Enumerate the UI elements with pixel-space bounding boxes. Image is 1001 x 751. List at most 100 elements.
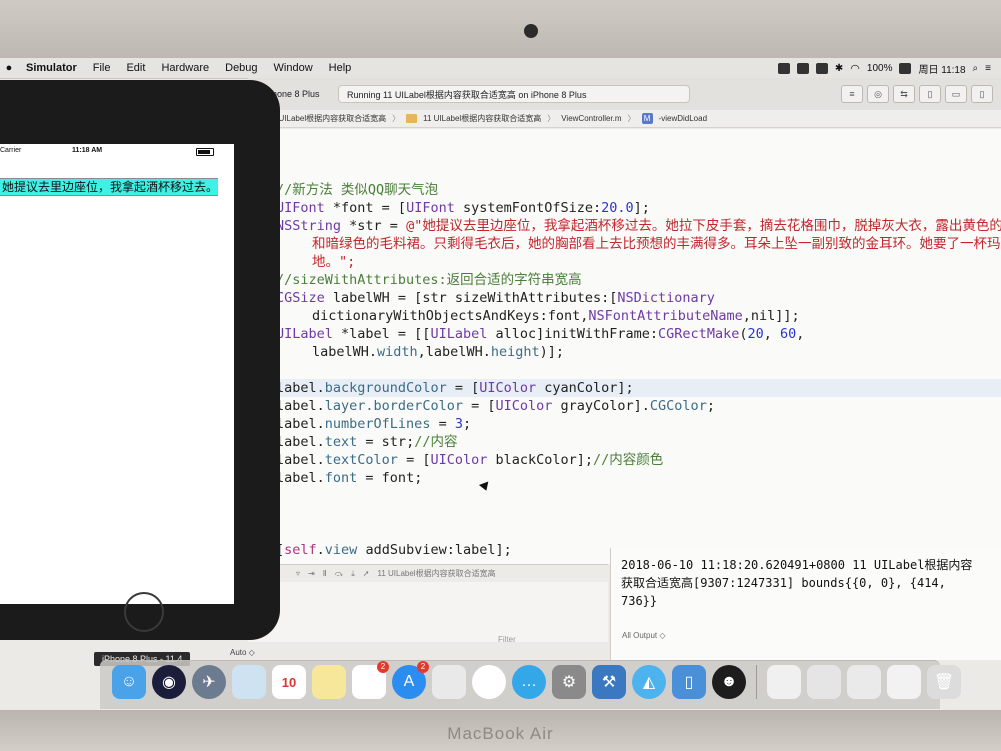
code-token: *label = [[ bbox=[332, 326, 431, 342]
code-token: UILabel bbox=[276, 326, 333, 342]
photos-icon[interactable]: ✿ bbox=[472, 665, 506, 699]
pause-icon[interactable]: Ⅱ bbox=[323, 569, 327, 578]
code-token: UIFont bbox=[406, 200, 455, 216]
code-token: label. bbox=[276, 434, 325, 450]
code-token: ,nil]]; bbox=[742, 308, 800, 324]
finder-icon[interactable]: ☺ bbox=[112, 665, 146, 699]
preview-icon[interactable] bbox=[232, 665, 266, 699]
auto-selector[interactable]: Auto ◇ bbox=[230, 648, 255, 657]
code-token: width bbox=[377, 344, 418, 360]
step-in-icon[interactable]: ⤓ bbox=[351, 569, 355, 579]
trash-icon[interactable]: 🗑 bbox=[927, 665, 961, 699]
utilities-toggle-icon[interactable]: ▯ bbox=[971, 85, 993, 103]
step-over-icon[interactable]: ⤼ bbox=[335, 569, 344, 579]
code-token: UIColor bbox=[430, 452, 488, 468]
code-token: = bbox=[430, 416, 455, 432]
code-line: 地。"; bbox=[276, 253, 1001, 271]
code-line: dictionaryWithObjectsAndKeys:font,NSFont… bbox=[276, 307, 1001, 325]
home-button[interactable] bbox=[124, 592, 164, 632]
menu-clock[interactable]: 周日 11:18 bbox=[918, 61, 965, 76]
debug-hide-icon[interactable]: ▿ bbox=[296, 569, 300, 578]
code-token: ; bbox=[462, 416, 472, 432]
menu-hardware[interactable]: Hardware bbox=[153, 62, 217, 74]
console-line: 2018-06-10 11:18:20.620491+0800 11 UILab… bbox=[621, 558, 973, 572]
reminders-icon[interactable]: 2 bbox=[352, 661, 389, 699]
simulator-screen[interactable]: Carrier 11:18 AM 她提议去里边座位，我拿起酒杯移过去。她拉 bbox=[0, 144, 234, 604]
bluetooth-icon[interactable]: ✱ bbox=[835, 63, 843, 74]
standard-editor-icon[interactable]: ≡ bbox=[841, 85, 863, 103]
code-token: = [ bbox=[397, 452, 431, 468]
qq-icon[interactable]: ☻ bbox=[712, 665, 746, 699]
code-token: grayColor]. bbox=[552, 398, 650, 414]
version-editor-icon[interactable]: ⇆ bbox=[893, 85, 915, 103]
jumpbar-file[interactable]: ViewController.m bbox=[561, 114, 621, 123]
variables-filter[interactable]: Filter bbox=[248, 631, 608, 649]
code-token: 20.0 bbox=[601, 200, 634, 216]
simulator-window[interactable]: Carrier 11:18 AM 她提议去里边座位，我拿起酒杯移过去。她拉 bbox=[0, 80, 280, 640]
siri-icon[interactable]: ◉ bbox=[152, 665, 186, 699]
code-token: *font = [ bbox=[324, 200, 407, 216]
apple-menu-icon[interactable]: ● bbox=[0, 62, 18, 74]
debug-breadcrumb[interactable]: 11 UILabel根据内容获取合适宽高 bbox=[377, 568, 495, 579]
menu-edit[interactable]: Edit bbox=[118, 62, 153, 74]
document-icon[interactable] bbox=[767, 665, 801, 699]
menu-window[interactable]: Window bbox=[266, 62, 321, 74]
code-string: @"她提议去里边座位，我拿起酒杯移过去。她拉下皮手套，摘去花格围巾，脱掉灰大衣，… bbox=[406, 218, 1001, 234]
document-icon[interactable] bbox=[807, 665, 841, 699]
debug-area-toggle-icon[interactable]: ▭ bbox=[945, 85, 967, 103]
code-token: labelWH = [str bbox=[324, 290, 455, 306]
source-code: //新方法 类似QQ聊天气泡 UIFont *font = [UIFont sy… bbox=[276, 181, 1001, 559]
jumpbar-method[interactable]: -viewDidLoad bbox=[659, 114, 707, 123]
code-token: view bbox=[324, 542, 358, 558]
calendar-icon[interactable]: 10 bbox=[272, 665, 306, 699]
status-app-icon[interactable] bbox=[796, 62, 809, 74]
launchpad-icon[interactable]: ✈ bbox=[192, 665, 226, 699]
code-token: NSFontAttributeName bbox=[588, 308, 743, 324]
breakpoints-icon[interactable]: ⇥ bbox=[308, 569, 315, 578]
battery-icon bbox=[196, 148, 214, 156]
assistant-editor-icon[interactable]: ◎ bbox=[867, 85, 889, 103]
spotlight-icon[interactable]: ⌕ bbox=[973, 63, 979, 74]
navigator-toggle-icon[interactable]: ▯ bbox=[919, 85, 941, 103]
code-token: sizeWithAttributes: bbox=[454, 290, 610, 306]
system-preferences-icon[interactable]: ⚙ bbox=[552, 665, 586, 699]
menu-file[interactable]: File bbox=[85, 62, 119, 74]
code-line: NSString *str = @"她提议去里边座位，我拿起酒杯移过去。她拉下皮… bbox=[276, 217, 1001, 235]
maps-icon[interactable] bbox=[432, 665, 466, 699]
document-icon[interactable] bbox=[887, 665, 921, 699]
simulator-icon[interactable]: ▯ bbox=[672, 665, 706, 699]
menu-app-name[interactable]: Simulator bbox=[18, 62, 85, 74]
code-token: systemFontOfSize: bbox=[454, 200, 602, 216]
reminders-badge: 2 bbox=[377, 661, 389, 673]
output-selector[interactable]: All Output ◇ bbox=[622, 631, 666, 640]
menu-debug[interactable]: Debug bbox=[217, 62, 265, 74]
location-icon[interactable]: ➚ bbox=[363, 569, 370, 578]
xcode-icon[interactable]: ⚒ bbox=[592, 665, 626, 699]
code-editor[interactable]: //新方法 类似QQ聊天气泡 UIFont *font = [UIFont sy… bbox=[248, 129, 1001, 564]
code-token: NSString bbox=[276, 218, 342, 234]
code-line: //sizeWithAttributes:返回合适的字符串宽高 bbox=[276, 271, 1001, 289]
console-line: 736}} bbox=[621, 594, 658, 608]
app-store-icon[interactable]: A2 bbox=[392, 661, 429, 699]
code-token: labelWH. bbox=[312, 344, 378, 360]
wifi-icon[interactable]: ◠ bbox=[850, 62, 860, 75]
notes-icon[interactable] bbox=[312, 665, 346, 699]
code-line: label.textColor = [UIColor blackColor];/… bbox=[276, 451, 1001, 469]
code-token: = [ bbox=[462, 398, 496, 414]
status-app-icon[interactable] bbox=[777, 62, 790, 74]
battery-percent[interactable]: 100% bbox=[867, 63, 893, 74]
code-token: *str = bbox=[341, 218, 407, 234]
status-app-icon[interactable] bbox=[815, 62, 828, 74]
menu-help[interactable]: Help bbox=[321, 62, 360, 74]
dock-icons: ☺ ◉ ✈ 10 2 A2 ✿ … ⚙ ⚒ ◭ ▯ ☻ 🗑 bbox=[112, 661, 961, 699]
safari-icon[interactable]: ◭ bbox=[632, 665, 666, 699]
jumpbar-project[interactable]: 11 UILabel根据内容获取合适宽高 bbox=[268, 113, 386, 124]
messages-icon[interactable]: … bbox=[512, 665, 546, 699]
notification-center-icon[interactable]: ≡ bbox=[985, 63, 991, 74]
battery-icon[interactable] bbox=[899, 62, 912, 74]
document-icon[interactable] bbox=[847, 665, 881, 699]
jumpbar-group[interactable]: 11 UILabel根据内容获取合适宽高 bbox=[423, 113, 541, 124]
